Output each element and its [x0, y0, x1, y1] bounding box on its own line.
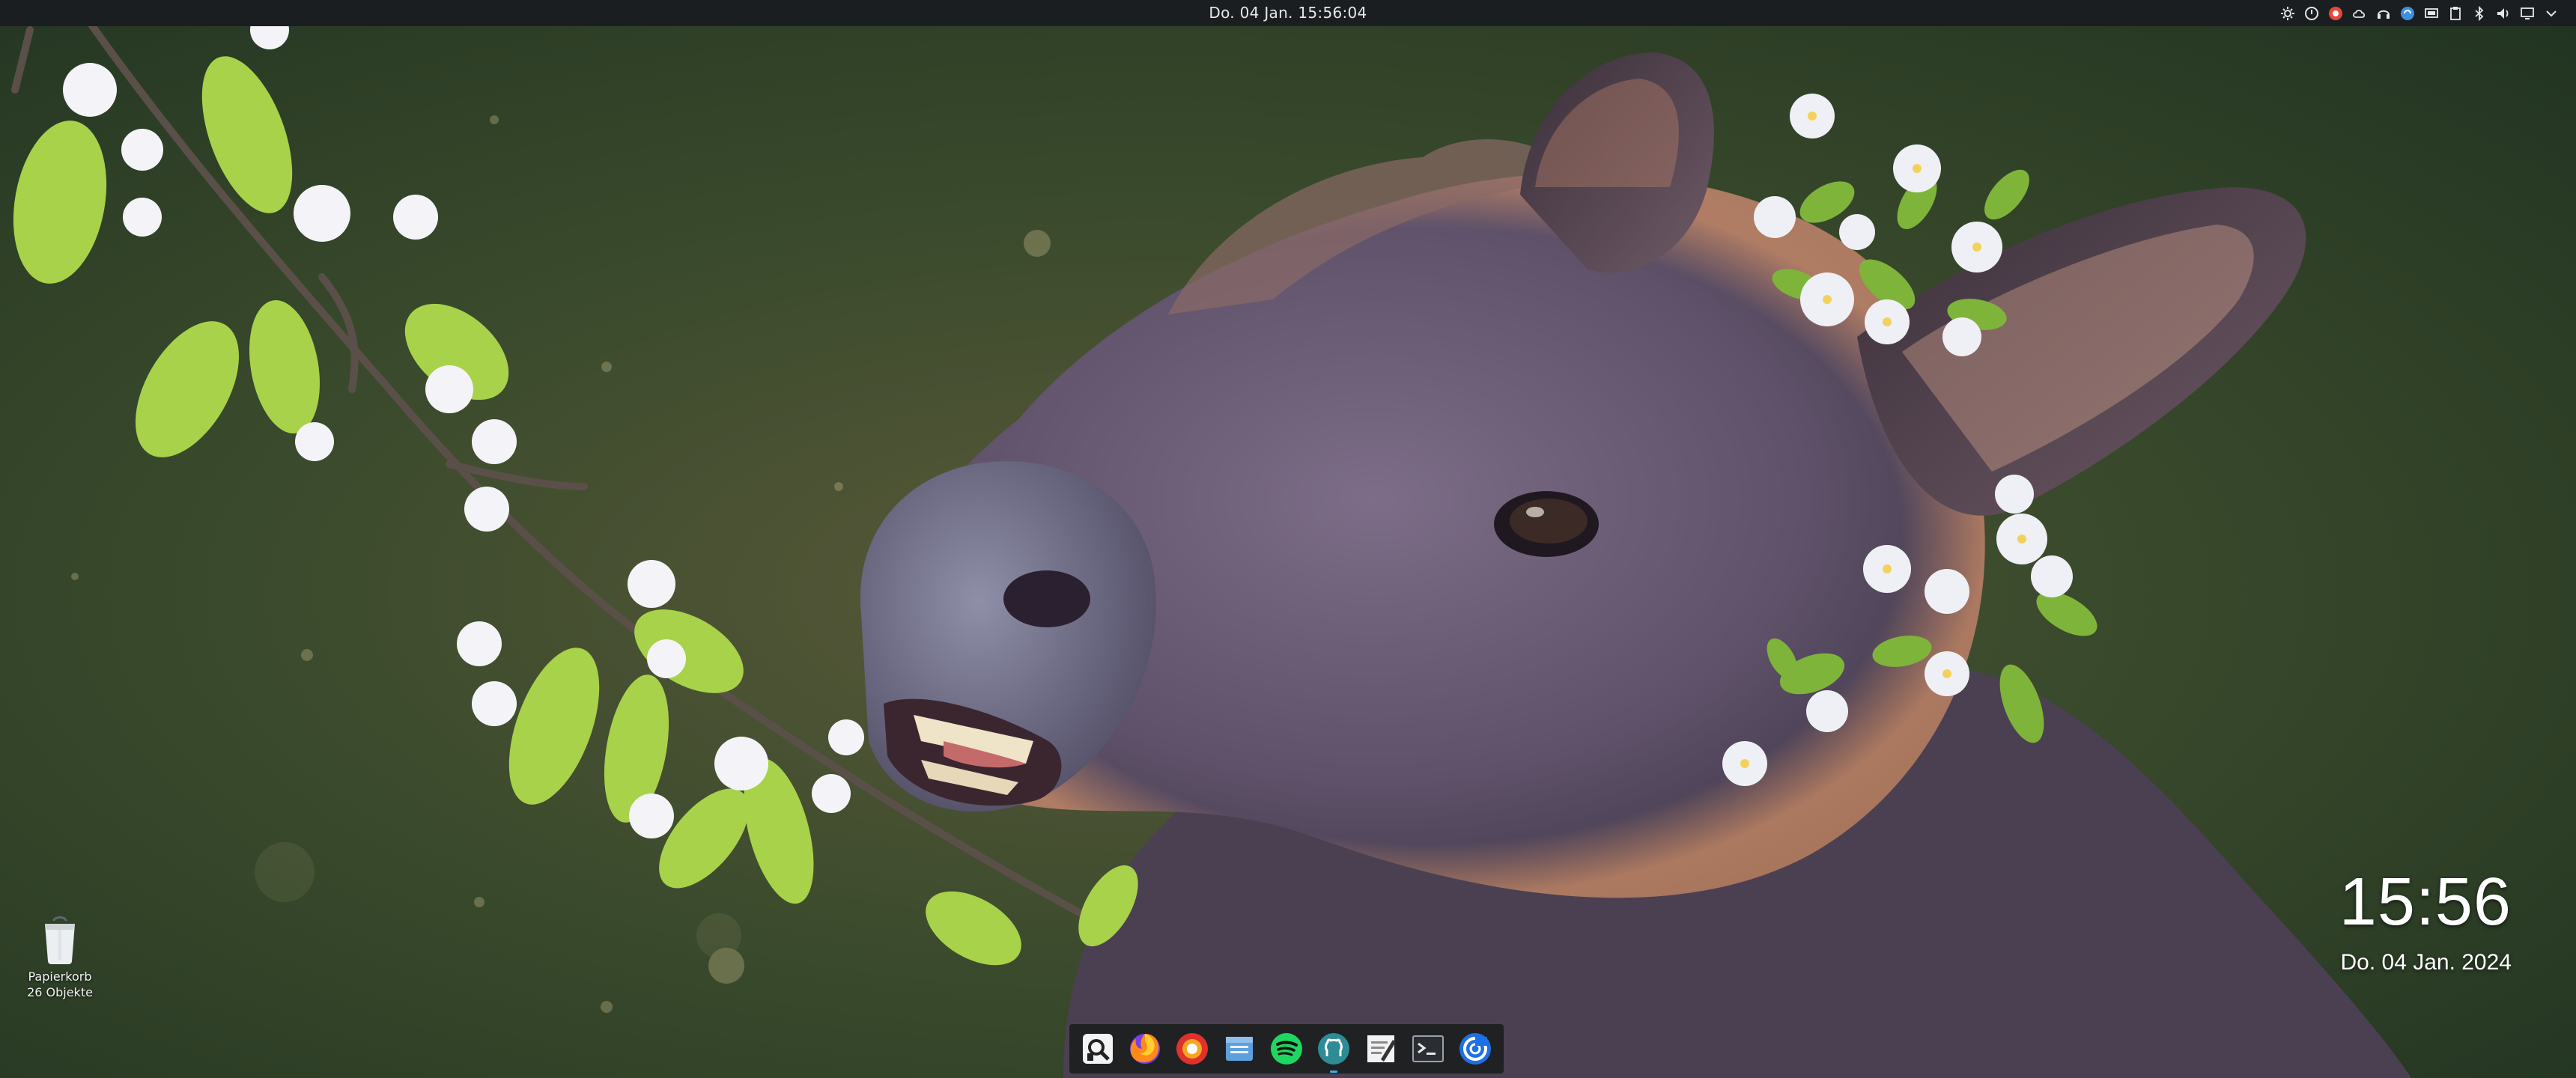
wallpaper — [0, 0, 2576, 1078]
clipboard-icon[interactable] — [2447, 5, 2464, 22]
firefox-icon — [1129, 1034, 1160, 1064]
volume-icon[interactable] — [2495, 5, 2512, 22]
app-launcher-icon — [1082, 1034, 1113, 1064]
dock-record-app[interactable] — [1173, 1029, 1212, 1068]
dock-browser[interactable] — [1456, 1029, 1495, 1068]
browser-icon — [1459, 1033, 1492, 1065]
files-icon — [1225, 1037, 1253, 1061]
github-desktop-icon — [1318, 1033, 1350, 1065]
dock — [1069, 1024, 1504, 1074]
dock-files[interactable] — [1220, 1029, 1259, 1068]
top-panel: Do. 04 Jan. 15:56:04 — [0, 0, 2576, 26]
bluetooth-icon[interactable] — [2471, 5, 2488, 22]
settings-gear-icon[interactable] — [2279, 5, 2296, 22]
system-tray — [2279, 0, 2560, 26]
dock-terminal[interactable] — [1409, 1029, 1448, 1068]
display-icon[interactable] — [2423, 5, 2440, 22]
dock-github-desktop[interactable] — [1314, 1029, 1353, 1073]
dock-app-launcher[interactable] — [1078, 1029, 1117, 1068]
dock-firefox[interactable] — [1126, 1029, 1164, 1068]
headset-icon[interactable] — [2375, 5, 2392, 22]
cloud-icon[interactable] — [2351, 5, 2368, 22]
chevron-down-icon[interactable] — [2543, 5, 2560, 22]
sync-icon[interactable] — [2399, 5, 2416, 22]
trash-label: Papierkorb — [28, 969, 92, 984]
widget-date: Do. 04 Jan. 2024 — [2340, 950, 2512, 975]
panel-clock[interactable]: Do. 04 Jan. 15:56:04 — [0, 0, 2576, 26]
dock-text-editor[interactable] — [1361, 1029, 1400, 1068]
power-icon[interactable] — [2303, 5, 2320, 22]
spotify-icon — [1270, 1033, 1302, 1065]
text-editor-icon — [1367, 1035, 1397, 1062]
terminal-icon — [1412, 1035, 1445, 1062]
desktop-trash[interactable]: Papierkorb 26 Objekte — [21, 915, 99, 1000]
widget-time: 15:56 — [2339, 865, 2512, 940]
screen-icon[interactable] — [2519, 5, 2536, 22]
trash-bin-icon — [45, 916, 75, 964]
dock-spotify[interactable] — [1267, 1029, 1306, 1068]
record-app-icon — [1176, 1033, 1208, 1065]
desktop-clock-widget: 15:56 Do. 04 Jan. 2024 — [2197, 861, 2512, 978]
trash-item-count: 26 Objekte — [27, 985, 93, 999]
record-icon[interactable] — [2327, 5, 2344, 22]
desktop: Do. 04 Jan. 15:56:04 Papierkorb 26 Objek… — [0, 0, 2576, 1078]
